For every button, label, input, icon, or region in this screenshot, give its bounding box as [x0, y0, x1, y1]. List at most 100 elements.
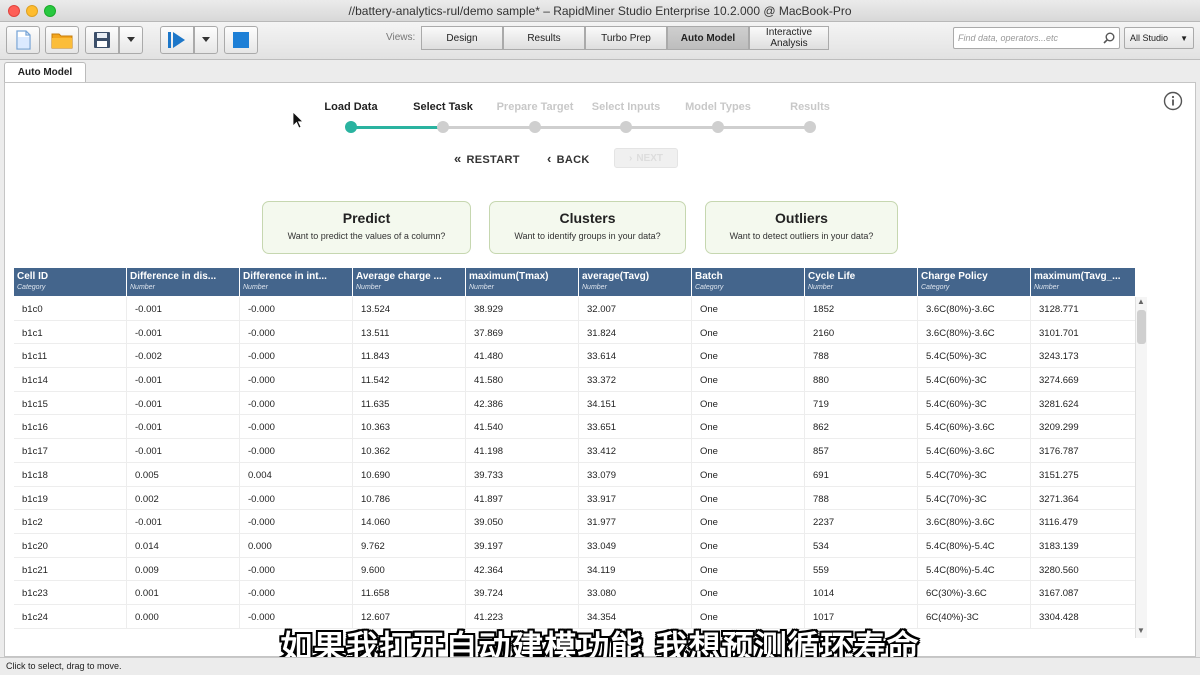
table-cell: 42.364: [466, 557, 579, 581]
search-icon[interactable]: [1103, 32, 1115, 44]
table-cell: 5.4C(80%)-5.4C: [918, 557, 1031, 581]
next-button[interactable]: › NEXT: [614, 148, 678, 168]
table-cell: 33.614: [579, 344, 692, 368]
column-header[interactable]: maximum(Tmax) Number: [466, 268, 579, 296]
table-cell: -0.000: [240, 510, 353, 533]
column-header[interactable]: Difference in dis... Number: [127, 268, 240, 296]
table-cell: 38.929: [466, 297, 579, 320]
info-icon[interactable]: [1163, 91, 1183, 111]
table-cell: 13.511: [353, 320, 466, 344]
table-cell: 5.4C(50%)-3C: [918, 344, 1031, 368]
table-row[interactable]: b1c23 0.001 -0.000 11.658 39.724 33.080 One 101…: [14, 581, 1135, 605]
table-cell: 10.362: [353, 439, 466, 462]
table-cell: 41.480: [466, 344, 579, 368]
table-cell: 33.917: [579, 486, 692, 510]
tab-results[interactable]: Results: [503, 26, 585, 50]
table-cell: 9.600: [353, 557, 466, 581]
table-row[interactable]: b1c0 -0.001 -0.000 13.524 38.929 32.007 One 185…: [14, 297, 1135, 321]
table-cell: 39.724: [466, 581, 579, 604]
column-header[interactable]: maximum(Tavg_... Number: [1031, 268, 1135, 296]
run-process-button[interactable]: [160, 26, 194, 54]
mouse-cursor-icon: [292, 111, 304, 129]
table-row[interactable]: b1c11 -0.002 -0.000 11.843 41.480 33.614 One 78…: [14, 344, 1135, 369]
column-header[interactable]: Batch Category: [692, 268, 805, 296]
table-cell: 39.197: [466, 533, 579, 557]
table-row[interactable]: b1c21 0.009 -0.000 9.600 42.364 34.119 One 559 5…: [14, 557, 1135, 582]
chevron-left-icon: ‹: [547, 151, 552, 166]
column-name: Charge Policy: [921, 271, 988, 282]
task-clusters-card[interactable]: Clusters Want to identify groups in your…: [489, 201, 686, 254]
table-cell: -0.000: [240, 557, 353, 581]
task-outliers-card[interactable]: Outliers Want to detect outliers in your…: [705, 201, 898, 254]
table-cell: 0.000: [240, 533, 353, 557]
table-row[interactable]: b1c14 -0.001 -0.000 11.542 41.580 33.372 One 88…: [14, 368, 1135, 392]
table-row[interactable]: b1c18 0.005 0.004 10.690 39.733 33.079 One 691 5…: [14, 462, 1135, 487]
table-row[interactable]: b1c19 0.002 -0.000 10.786 41.897 33.917 One 788…: [14, 486, 1135, 511]
step-load-data[interactable]: Load Data: [324, 101, 377, 113]
step-dot-results: [804, 121, 816, 133]
column-type: Number: [1034, 284, 1059, 291]
table-cell: 6C(30%)-3.6C: [918, 581, 1031, 604]
scroll-up-icon[interactable]: ▲: [1137, 297, 1145, 306]
tab-design[interactable]: Design: [421, 26, 503, 50]
table-cell: -0.001: [127, 391, 240, 415]
restart-button[interactable]: « RESTART: [454, 151, 520, 166]
table-cell: b1c17: [14, 439, 127, 462]
table-cell: b1c18: [14, 462, 127, 486]
back-button[interactable]: ‹ BACK: [547, 151, 590, 166]
tab-turbo-prep[interactable]: Turbo Prep: [585, 26, 667, 50]
table-row[interactable]: b1c15 -0.001 -0.000 11.635 42.386 34.151 One 71…: [14, 391, 1135, 416]
column-name: average(Tavg): [582, 271, 650, 282]
table-cell: One: [692, 533, 805, 557]
task-title: Predict: [342, 210, 391, 226]
table-row[interactable]: b1c2 -0.001 -0.000 14.060 39.050 31.977 One 223…: [14, 510, 1135, 534]
step-dot-select-task: [437, 121, 449, 133]
column-header[interactable]: Charge Policy Category: [918, 268, 1031, 296]
table-row[interactable]: b1c16 -0.001 -0.000 10.363 41.540 33.651 One 86…: [14, 415, 1135, 440]
status-bar: Click to select, drag to move.: [0, 657, 1200, 675]
table-cell: -0.000: [240, 581, 353, 604]
search-scope-select[interactable]: All Studio ▼: [1124, 27, 1194, 49]
table-cell: -0.001: [127, 415, 240, 439]
step-select-task[interactable]: Select Task: [413, 101, 473, 113]
table-cell: -0.000: [240, 320, 353, 344]
auto-model-panel-tab[interactable]: Auto Model: [4, 62, 86, 82]
stop-process-button[interactable]: [224, 26, 258, 54]
save-options-dropdown[interactable]: [119, 26, 143, 54]
table-cell: 0.004: [240, 462, 353, 486]
table-row[interactable]: b1c1 -0.001 -0.000 13.511 37.869 31.824 One 216…: [14, 320, 1135, 345]
column-header[interactable]: Average charge ... Number: [353, 268, 466, 296]
table-cell: -0.000: [240, 344, 353, 368]
column-header[interactable]: Cycle Life Number: [805, 268, 918, 296]
table-vertical-scrollbar[interactable]: [1135, 297, 1147, 638]
open-process-button[interactable]: [45, 26, 79, 54]
scrollbar-thumb[interactable]: [1137, 310, 1146, 344]
step-prepare-target: Prepare Target: [496, 101, 574, 113]
save-process-button[interactable]: [85, 26, 119, 54]
task-predict-card[interactable]: Predict Want to predict the values of a …: [262, 201, 471, 254]
table-cell: 13.524: [353, 297, 466, 320]
table-cell: b1c2: [14, 510, 127, 533]
chevron-right-icon: ›: [628, 152, 633, 164]
table-cell: -0.001: [127, 439, 240, 462]
column-header[interactable]: average(Tavg) Number: [579, 268, 692, 296]
table-cell: 3.6C(80%)-3.6C: [918, 320, 1031, 344]
new-process-button[interactable]: [6, 26, 40, 54]
global-search-input[interactable]: Find data, operators...etc: [953, 27, 1120, 49]
tab-auto-model[interactable]: Auto Model: [667, 26, 749, 50]
table-cell: 11.635: [353, 391, 466, 415]
column-header[interactable]: Difference in int... Number: [240, 268, 353, 296]
column-name: maximum(Tavg_...: [1034, 271, 1121, 282]
tab-interactive-analysis[interactable]: Interactive Analysis: [749, 26, 829, 50]
table-cell: b1c1: [14, 320, 127, 344]
column-header[interactable]: Cell ID Category: [14, 268, 127, 296]
double-chevron-left-icon: «: [454, 151, 462, 166]
table-cell: -0.000: [240, 297, 353, 320]
step-select-inputs: Select Inputs: [591, 101, 661, 113]
table-cell: 33.412: [579, 439, 692, 462]
run-options-dropdown[interactable]: [194, 26, 218, 54]
title-bar: //battery-analytics-rul/demo sample* – R…: [0, 0, 1200, 22]
table-row[interactable]: b1c17 -0.001 -0.000 10.362 41.198 33.412 One 85…: [14, 439, 1135, 463]
table-row[interactable]: b1c20 0.014 0.000 9.762 39.197 33.049 One 534 5.…: [14, 533, 1135, 558]
back-label: BACK: [556, 154, 590, 166]
